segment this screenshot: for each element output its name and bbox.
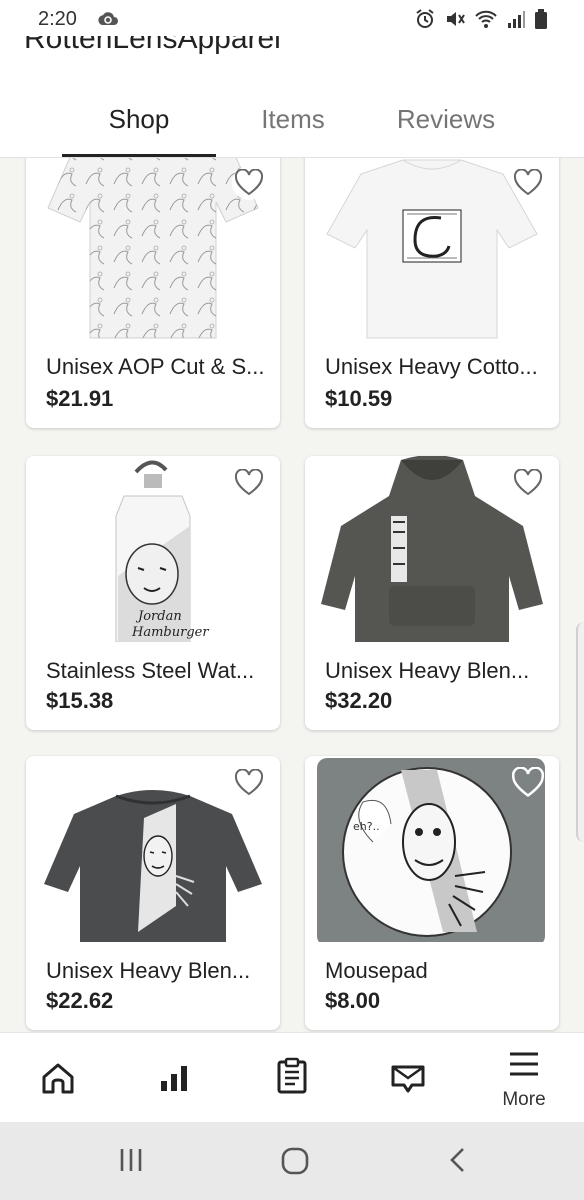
favorite-heart-icon[interactable] [232, 466, 266, 500]
listing-title: Unisex Heavy Blen... [325, 658, 530, 683]
nav-home[interactable] [18, 1033, 98, 1123]
tab-reviews[interactable]: Reviews [370, 94, 522, 158]
tab-shop-label: Shop [108, 104, 170, 134]
nav-stats[interactable] [134, 1033, 214, 1123]
orders-clipboard-icon [277, 1057, 307, 1094]
nav-orders[interactable] [252, 1033, 332, 1123]
nav-messages[interactable] [368, 1033, 448, 1123]
battery-icon [534, 8, 548, 35]
favorite-heart-icon[interactable] [511, 766, 545, 800]
favorite-heart-icon[interactable] [232, 166, 266, 200]
tab-shop[interactable]: Shop [62, 94, 216, 158]
home-circle-icon[interactable] [280, 1146, 310, 1181]
listing-card[interactable]: Unisex Heavy Blen... $32.20 [305, 456, 559, 730]
listing-card[interactable]: eh?.. Mousepad $8.00 [305, 756, 559, 1030]
signal-icon [506, 9, 526, 34]
favorite-heart-icon[interactable] [511, 166, 545, 200]
listing-title: Unisex Heavy Cotto... [325, 354, 538, 379]
listings-grid: Unisex AOP Cut & S... $21.91 Unisex Heav… [0, 158, 584, 1032]
wifi-icon [474, 8, 498, 35]
mute-icon [444, 8, 466, 35]
alarm-icon [414, 8, 436, 35]
recents-icon[interactable] [118, 1146, 144, 1179]
svg-text:eh?..: eh?.. [353, 820, 380, 833]
messages-icon [391, 1065, 425, 1093]
nav-more[interactable]: More [484, 1033, 564, 1123]
shop-tabs: Shop Items Reviews [0, 94, 584, 158]
listing-card[interactable]: Unisex AOP Cut & S... $21.91 [26, 158, 280, 428]
tab-reviews-label: Reviews [396, 104, 496, 134]
listing-price: $21.91 [46, 386, 114, 411]
favorite-heart-icon[interactable] [232, 766, 266, 800]
nav-more-label: More [502, 1089, 546, 1110]
system-navigation-bar [0, 1122, 584, 1200]
status-bar: 2:20 [0, 0, 584, 36]
status-time: 2:20 [38, 8, 77, 30]
listing-title: Unisex AOP Cut & S... [46, 354, 265, 379]
listing-price: $15.38 [46, 688, 114, 713]
back-icon[interactable] [446, 1146, 470, 1179]
cloud-sync-icon [96, 9, 120, 34]
listing-title: Mousepad [325, 958, 428, 983]
listing-price: $32.20 [325, 688, 393, 713]
bottom-navigation: More [0, 1032, 584, 1122]
listing-card[interactable]: Jordan Hamburger Stainless Steel Wat... … [26, 456, 280, 730]
status-icons [414, 8, 548, 35]
listing-price: $8.00 [325, 988, 381, 1013]
listing-card[interactable]: Unisex Heavy Blen... $22.62 [26, 756, 280, 1030]
listing-price: $10.59 [325, 386, 393, 411]
listing-card[interactable]: Unisex Heavy Cotto... $10.59 [305, 158, 559, 428]
listing-title: Unisex Heavy Blen... [46, 958, 251, 983]
svg-text:Hamburger: Hamburger [131, 625, 209, 640]
stats-icon [161, 1066, 187, 1091]
listing-price: $22.62 [46, 988, 114, 1013]
menu-icon [510, 1052, 538, 1076]
favorite-heart-icon[interactable] [511, 466, 545, 500]
scrollbar[interactable] [576, 622, 584, 842]
tab-items-label: Items [261, 104, 325, 134]
home-icon [42, 1063, 74, 1094]
listing-title: Stainless Steel Wat... [46, 658, 255, 683]
svg-text:Jordan: Jordan [135, 609, 182, 624]
tab-items[interactable]: Items [216, 94, 370, 158]
